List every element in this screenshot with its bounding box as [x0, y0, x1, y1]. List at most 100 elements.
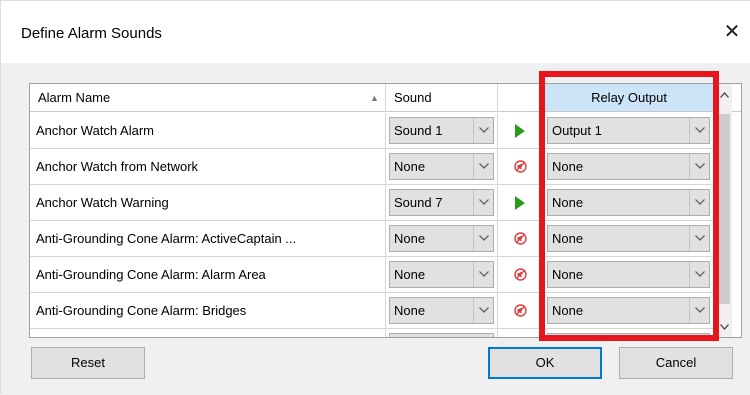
- column-header-play: [498, 84, 544, 112]
- play-cell: [498, 329, 544, 337]
- table-row[interactable]: Anchor Watch from Network None None: [30, 149, 741, 185]
- play-cell: [498, 221, 544, 257]
- play-cell: [498, 149, 544, 185]
- sound-dropdown-value: None: [394, 267, 426, 282]
- alarm-name-cell: Anti-Grounding Cone Alarm: Bridges: [30, 293, 386, 329]
- relay-output-cell: [544, 329, 714, 337]
- relay-output-dropdown-value: None: [552, 303, 584, 318]
- close-icon[interactable]: ✕: [717, 17, 747, 47]
- column-header-alarm-name-label: Alarm Name: [38, 90, 111, 105]
- sound-dropdown-button[interactable]: [473, 226, 493, 251]
- sound-dropdown[interactable]: None: [389, 261, 494, 288]
- table-row-partial: [30, 329, 741, 337]
- speaker-muted-icon[interactable]: [514, 232, 527, 245]
- table-row[interactable]: Anti-Grounding Cone Alarm: Bridges None No…: [30, 293, 741, 329]
- relay-output-dropdown-button[interactable]: [689, 226, 709, 251]
- relay-output-dropdown[interactable]: None: [547, 297, 710, 324]
- chevron-down-icon: [695, 235, 705, 241]
- ok-button[interactable]: OK: [488, 347, 602, 379]
- column-header-alarm-name[interactable]: Alarm Name ▲: [30, 84, 386, 112]
- sound-cell: None: [386, 293, 498, 329]
- sound-dropdown-value: None: [394, 159, 426, 174]
- play-cell: [498, 113, 544, 149]
- relay-output-cell: None: [544, 293, 714, 329]
- alarm-name-cell: Anchor Watch Alarm: [30, 113, 386, 149]
- table-row[interactable]: Anchor Watch Alarm Sound 1 Output 1: [30, 113, 741, 149]
- chevron-down-icon: [479, 163, 489, 169]
- scrollbar-thumb[interactable]: [718, 114, 730, 304]
- relay-output-cell: Output 1: [544, 113, 714, 149]
- relay-output-cell: None: [544, 185, 714, 221]
- alarm-sounds-grid: Alarm Name ▲ Sound Relay Output Anchor W…: [29, 83, 742, 338]
- reset-button[interactable]: Reset: [31, 347, 145, 379]
- scroll-down-icon[interactable]: [720, 324, 729, 330]
- relay-output-dropdown-value: None: [552, 195, 584, 210]
- play-cell: [498, 185, 544, 221]
- chevron-down-icon: [479, 235, 489, 241]
- play-cell: [498, 257, 544, 293]
- chevron-down-icon: [479, 199, 489, 205]
- play-icon[interactable]: [515, 124, 525, 138]
- alarm-name-cell: Anti-Grounding Cone Alarm: Alarm Area: [30, 257, 386, 293]
- chevron-down-icon: [695, 127, 705, 133]
- scroll-up-icon[interactable]: [720, 92, 729, 98]
- relay-output-dropdown: [547, 333, 710, 337]
- chevron-down-icon: [479, 127, 489, 133]
- relay-output-dropdown[interactable]: None: [547, 189, 710, 216]
- relay-output-dropdown[interactable]: None: [547, 225, 710, 252]
- sound-dropdown-button[interactable]: [473, 118, 493, 143]
- relay-output-dropdown-button[interactable]: [689, 154, 709, 179]
- chevron-down-icon: [479, 307, 489, 313]
- relay-output-dropdown-value: None: [552, 231, 584, 246]
- relay-output-cell: None: [544, 221, 714, 257]
- play-cell: [498, 293, 544, 329]
- relay-output-dropdown[interactable]: Output 1: [547, 117, 710, 144]
- column-header-relay-output-label: Relay Output: [591, 90, 667, 105]
- alarm-name-cell: Anchor Watch Warning: [30, 185, 386, 221]
- alarm-name-cell: Anchor Watch from Network: [30, 149, 386, 185]
- sound-dropdown-value: None: [394, 303, 426, 318]
- sound-cell: [386, 329, 498, 337]
- sound-dropdown[interactable]: None: [389, 153, 494, 180]
- relay-output-dropdown-button[interactable]: [689, 298, 709, 323]
- sound-dropdown-button[interactable]: [473, 190, 493, 215]
- sound-dropdown[interactable]: Sound 7: [389, 189, 494, 216]
- relay-output-dropdown-button[interactable]: [689, 118, 709, 143]
- vertical-scrollbar[interactable]: [715, 84, 732, 337]
- sound-dropdown[interactable]: Sound 1: [389, 117, 494, 144]
- sound-cell: Sound 1: [386, 113, 498, 149]
- relay-output-cell: None: [544, 149, 714, 185]
- sound-dropdown-value: None: [394, 231, 426, 246]
- sound-dropdown[interactable]: None: [389, 225, 494, 252]
- relay-output-dropdown-value: None: [552, 159, 584, 174]
- sound-cell: Sound 7: [386, 185, 498, 221]
- sound-dropdown-button[interactable]: [473, 298, 493, 323]
- play-icon[interactable]: [515, 196, 525, 210]
- define-alarm-sounds-dialog: Define Alarm Sounds ✕ Alarm Name ▲ Sound…: [0, 0, 750, 395]
- sound-dropdown: [389, 333, 494, 337]
- speaker-muted-icon[interactable]: [514, 304, 527, 317]
- sort-ascending-icon: ▲: [370, 93, 379, 103]
- table-row[interactable]: Anti-Grounding Cone Alarm: Alarm Area Non…: [30, 257, 741, 293]
- relay-output-dropdown-button[interactable]: [689, 190, 709, 215]
- relay-output-cell: None: [544, 257, 714, 293]
- alarm-name-cell: Anti-Grounding Cone Alarm: ActiveCaptain…: [30, 221, 386, 257]
- column-header-sound-label: Sound: [394, 90, 432, 105]
- sound-dropdown-value: Sound 1: [394, 123, 443, 138]
- speaker-muted-icon[interactable]: [514, 160, 527, 173]
- column-header-sound[interactable]: Sound: [386, 84, 498, 112]
- relay-output-dropdown[interactable]: None: [547, 153, 710, 180]
- alarm-name-cell: [30, 329, 386, 337]
- speaker-muted-icon[interactable]: [514, 268, 527, 281]
- sound-dropdown[interactable]: None: [389, 297, 494, 324]
- chevron-down-icon: [695, 199, 705, 205]
- chevron-down-icon: [695, 163, 705, 169]
- table-row[interactable]: Anchor Watch Warning Sound 7 None: [30, 185, 741, 221]
- relay-output-dropdown-button[interactable]: [689, 262, 709, 287]
- column-header-relay-output[interactable]: Relay Output: [544, 84, 715, 112]
- sound-dropdown-button[interactable]: [473, 154, 493, 179]
- relay-output-dropdown[interactable]: None: [547, 261, 710, 288]
- sound-dropdown-button[interactable]: [473, 262, 493, 287]
- table-row[interactable]: Anti-Grounding Cone Alarm: ActiveCaptain…: [30, 221, 741, 257]
- cancel-button[interactable]: Cancel: [619, 347, 733, 379]
